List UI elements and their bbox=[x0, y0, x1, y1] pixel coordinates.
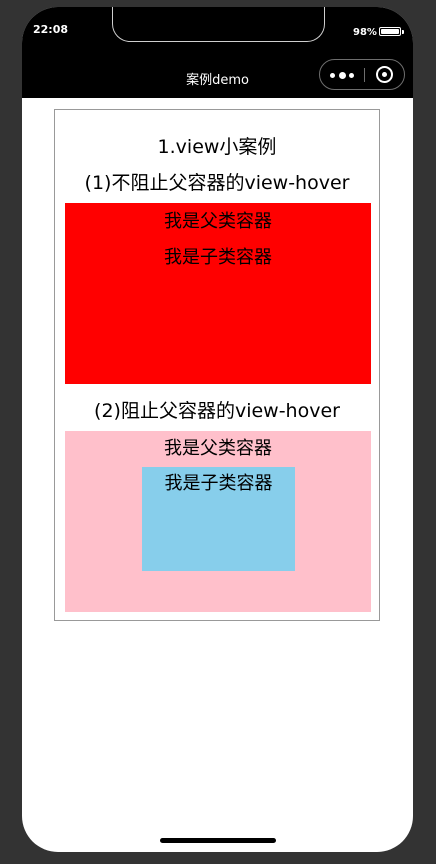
dot bbox=[338, 71, 346, 79]
parent-label: 我是父类容器 bbox=[164, 438, 272, 459]
demo-container: 1.view小案例 (1)不阻止父容器的view-hover 我是父类容器 我是… bbox=[54, 109, 380, 621]
battery-tip bbox=[402, 30, 404, 34]
status-time: 22:08 bbox=[33, 23, 69, 36]
phone-frame: 22:08 98% 案例demo 1.view小案例 (1)不阻止父容器的vie… bbox=[22, 7, 413, 852]
section2-heading: (2)阻止父容器的view-hover bbox=[94, 400, 340, 422]
child-label: 我是子类容器 bbox=[164, 473, 273, 494]
parent-container-no-stop[interactable]: 我是父类容器 我是子类容器 bbox=[65, 203, 371, 384]
dot bbox=[349, 72, 354, 78]
child-container-stop[interactable]: 我是子类容器 bbox=[142, 467, 295, 571]
section1-heading: (1)不阻止父容器的view-hover bbox=[84, 172, 350, 194]
notch bbox=[112, 7, 325, 42]
battery-icon bbox=[379, 27, 401, 36]
capsule-divider bbox=[364, 68, 365, 82]
battery-percentage: 98% bbox=[353, 27, 377, 38]
home-indicator bbox=[160, 838, 276, 843]
battery-fill bbox=[381, 29, 399, 34]
parent-container-stop[interactable]: 我是父类容器 我是子类容器 bbox=[65, 431, 371, 612]
target-circle-icon[interactable] bbox=[376, 66, 393, 83]
page-title: 1.view小案例 bbox=[157, 136, 277, 158]
parent-label: 我是父类容器 bbox=[164, 211, 272, 232]
menu-capsule bbox=[319, 59, 405, 90]
child-container-no-stop[interactable]: 我是子类容器 bbox=[65, 243, 371, 269]
more-dots-icon[interactable] bbox=[330, 68, 354, 82]
top-bar: 22:08 98% 案例demo bbox=[22, 7, 413, 98]
dot bbox=[330, 72, 335, 78]
target-center bbox=[382, 72, 387, 77]
